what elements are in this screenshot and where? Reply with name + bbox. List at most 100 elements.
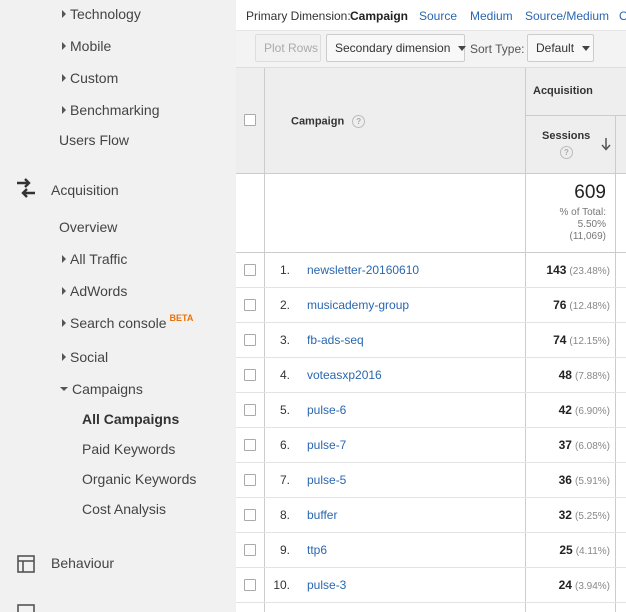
- sessions-pct: (23.48%): [569, 266, 610, 277]
- row-rank: 2.: [279, 298, 290, 312]
- sessions-pct: (7.88%): [574, 371, 610, 382]
- campaign-link[interactable]: newsletter-20160610: [307, 263, 419, 277]
- sidebar-item-technology[interactable]: Technology: [62, 6, 141, 22]
- total-pct-value: 5.50%: [577, 219, 606, 230]
- sidebar-item-benchmarking[interactable]: Benchmarking: [62, 102, 160, 118]
- sidebar: Technology Mobile Custom Benchmarking Us…: [0, 0, 236, 612]
- sidebar-item-custom[interactable]: Custom: [62, 70, 118, 86]
- conversions-icon: [17, 604, 35, 612]
- secondary-dimension-dropdown[interactable]: Secondary dimension: [326, 34, 467, 62]
- sidebar-item-organic-keywords[interactable]: Organic Keywords: [82, 471, 196, 487]
- campaign-table: Campaign ? Acquisition Sessions ? 609 % …: [236, 68, 626, 612]
- sessions-pct: (12.15%): [569, 336, 610, 347]
- caret-right-icon: [62, 74, 66, 82]
- sidebar-item-all-traffic[interactable]: All Traffic: [62, 251, 127, 267]
- sessions-value: 48: [558, 368, 572, 382]
- sidebar-item-behaviour[interactable]: Behaviour: [51, 555, 114, 571]
- sidebar-item-users-flow[interactable]: Users Flow: [59, 132, 129, 148]
- plot-rows-button[interactable]: Plot Rows: [255, 34, 321, 62]
- campaign-link[interactable]: pulse-3: [307, 578, 346, 592]
- sessions-value: 36: [558, 473, 572, 487]
- row-checkbox[interactable]: [244, 264, 256, 276]
- sidebar-item-label: Organic Keywords: [82, 471, 197, 487]
- sidebar-item-overview[interactable]: Overview: [59, 219, 117, 235]
- row-checkbox[interactable]: [244, 299, 256, 311]
- select-all-checkbox[interactable]: [244, 114, 256, 126]
- sidebar-item-cost-analysis[interactable]: Cost Analysis: [82, 501, 166, 517]
- dimension-medium-link[interactable]: Medium: [470, 9, 513, 23]
- table-row: 2. musicademy-group 76 (12.48%): [236, 288, 626, 323]
- table-toolbar: Plot Rows Secondary dimension Sort Type:…: [236, 31, 626, 68]
- sort-descending-icon[interactable]: [601, 138, 611, 151]
- caret-down-icon: [60, 387, 68, 391]
- table-row: 6. pulse-7 37 (6.08%): [236, 428, 626, 463]
- row-rank: 6.: [279, 438, 290, 452]
- sessions-value: 37: [558, 438, 572, 452]
- dimension-source-link[interactable]: Source: [419, 9, 457, 23]
- campaign-link[interactable]: pulse-5: [307, 473, 346, 487]
- row-rank: 8.: [279, 508, 290, 522]
- table-row: 7. pulse-5 36 (5.91%): [236, 463, 626, 498]
- row-checkbox[interactable]: [244, 439, 256, 451]
- primary-dimension-bar: Primary Dimension: Campaign Source Mediu…: [236, 0, 626, 31]
- sidebar-item-label: Users Flow: [59, 132, 130, 148]
- sidebar-item-label: Campaigns: [72, 381, 143, 397]
- campaign-link[interactable]: ttp6: [307, 543, 327, 557]
- sessions-cell: 42 (6.90%): [526, 403, 610, 417]
- sidebar-item-all-campaigns[interactable]: All Campaigns: [82, 411, 179, 427]
- row-checkbox[interactable]: [244, 404, 256, 416]
- sidebar-item-paid-keywords[interactable]: Paid Keywords: [82, 441, 175, 457]
- sessions-value: 32: [558, 508, 572, 522]
- table-row: 3. fb-ads-seq 74 (12.15%): [236, 323, 626, 358]
- sidebar-item-mobile[interactable]: Mobile: [62, 38, 111, 54]
- dimension-source-medium-link[interactable]: Source/Medium: [525, 9, 609, 23]
- row-checkbox[interactable]: [244, 509, 256, 521]
- sessions-cell: 143 (23.48%): [526, 263, 610, 277]
- sidebar-item-label: All Traffic: [70, 251, 128, 267]
- secondary-dimension-label: Secondary dimension: [335, 41, 451, 55]
- sessions-cell: 37 (6.08%): [526, 438, 610, 452]
- caret-right-icon: [62, 287, 66, 295]
- sidebar-item-social[interactable]: Social: [62, 349, 108, 365]
- campaign-link[interactable]: buffer: [307, 508, 337, 522]
- sort-type-dropdown[interactable]: Default: [527, 34, 594, 62]
- sessions-value: 143: [546, 263, 567, 277]
- sessions-value: 24: [558, 578, 572, 592]
- sidebar-item-search-console[interactable]: Search console BETA: [62, 313, 194, 331]
- sessions-total: 609: [574, 182, 606, 203]
- primary-dimension-label: Primary Dimension:: [246, 9, 351, 23]
- sidebar-item-acquisition[interactable]: Acquisition: [51, 182, 119, 198]
- row-checkbox[interactable]: [244, 474, 256, 486]
- total-site-sessions: (11,069): [569, 231, 606, 242]
- campaign-link[interactable]: fb-ads-seq: [307, 333, 364, 347]
- campaign-link[interactable]: voteasxp2016: [307, 368, 382, 382]
- dimension-other-link[interactable]: O: [619, 9, 626, 23]
- row-checkbox[interactable]: [244, 334, 256, 346]
- caret-right-icon: [62, 353, 66, 361]
- campaign-header-label: Campaign: [291, 115, 345, 128]
- campaign-link[interactable]: pulse-7: [307, 438, 346, 452]
- help-icon[interactable]: ?: [560, 146, 573, 159]
- sidebar-item-campaigns[interactable]: Campaigns: [60, 381, 143, 397]
- campaign-column-header[interactable]: Campaign ?: [291, 115, 366, 128]
- dimension-campaign-active[interactable]: Campaign: [350, 9, 408, 23]
- beta-badge: BETA: [169, 313, 194, 323]
- row-checkbox[interactable]: [244, 369, 256, 381]
- row-checkbox[interactable]: [244, 544, 256, 556]
- help-icon[interactable]: ?: [352, 115, 366, 128]
- caret-right-icon: [62, 106, 66, 114]
- caret-right-icon: [62, 319, 66, 327]
- sidebar-item-adwords[interactable]: AdWords: [62, 283, 127, 299]
- sessions-pct: (5.91%): [574, 476, 610, 487]
- row-rank: 10.: [273, 578, 290, 592]
- campaign-link[interactable]: musicademy-group: [307, 298, 409, 312]
- sessions-cell: 25 (4.11%): [526, 543, 610, 557]
- row-rank: 4.: [279, 368, 290, 382]
- campaign-link[interactable]: pulse-6: [307, 403, 346, 417]
- sessions-pct: (6.08%): [574, 441, 610, 452]
- acquisition-icon: [17, 178, 35, 198]
- sessions-column-header[interactable]: Sessions: [542, 130, 590, 142]
- row-checkbox[interactable]: [244, 579, 256, 591]
- row-rank: 7.: [279, 473, 290, 487]
- table-row: 5. pulse-6 42 (6.90%): [236, 393, 626, 428]
